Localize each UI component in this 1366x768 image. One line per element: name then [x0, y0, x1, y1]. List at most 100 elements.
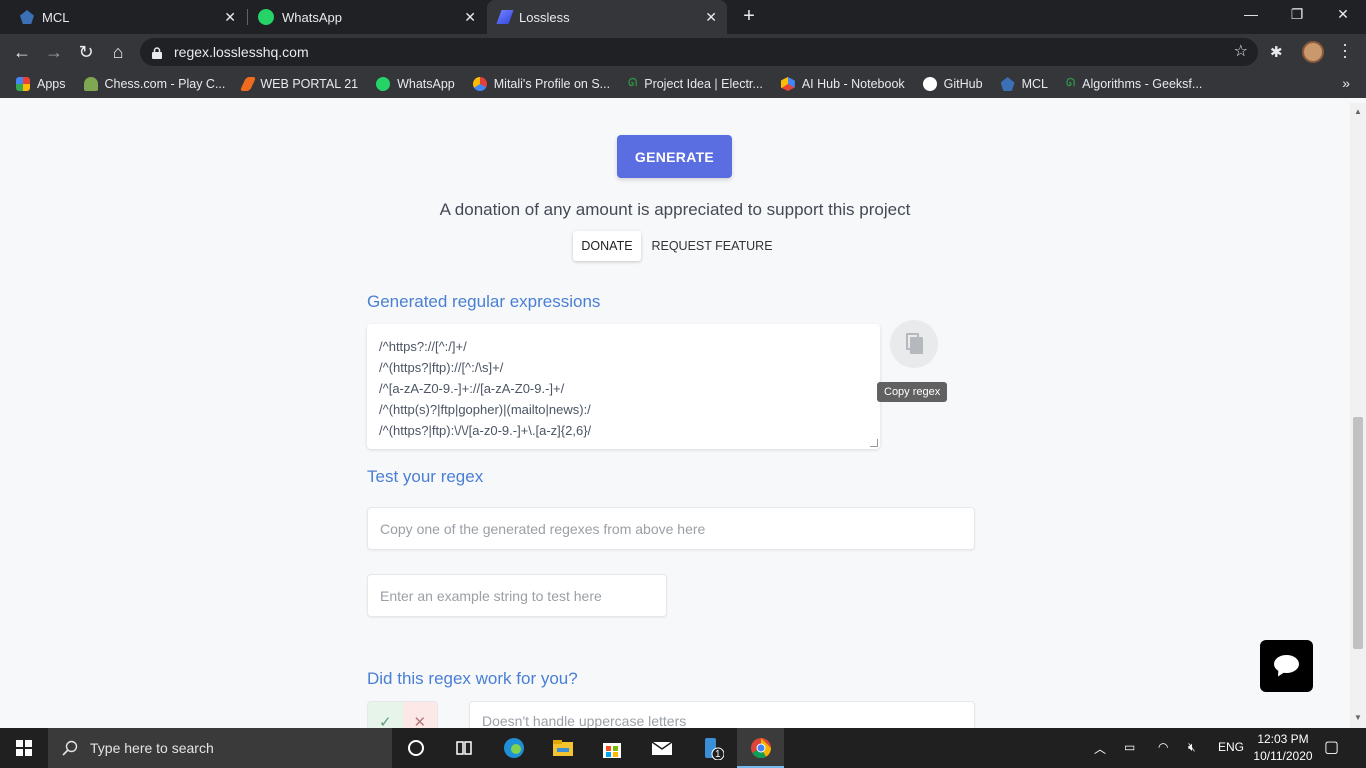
bookmark-whatsapp[interactable]: WhatsApp [376, 77, 455, 91]
lossless-favicon-icon [496, 10, 514, 24]
mcl-favicon-icon [20, 10, 34, 24]
page-content: GENERATE A donation of any amount is app… [0, 103, 1350, 728]
wifi-icon[interactable]: ◠ [1158, 740, 1168, 754]
home-icon[interactable]: ⌂ [106, 40, 130, 64]
bookmark-project-idea[interactable]: ᘏ Project Idea | Electr... [628, 77, 763, 91]
cortana-icon[interactable] [404, 736, 428, 760]
copy-regex-button[interactable] [890, 320, 938, 368]
regex-line: /^(https?|ftp)://[^:/\s]+/ [379, 360, 504, 375]
bookmarks-overflow-icon[interactable]: » [1342, 75, 1350, 91]
search-icon [62, 740, 78, 756]
tray-chevron-icon[interactable]: ︿ [1094, 740, 1106, 757]
language-indicator[interactable]: ENG [1218, 740, 1244, 754]
profile-ring-icon [472, 77, 487, 91]
notification-badge: 1 [715, 749, 721, 760]
clock-date: 10/11/2020 [1253, 749, 1313, 763]
tab-close-icon[interactable]: ✕ [224, 9, 236, 26]
bookmark-apps[interactable]: Apps [16, 77, 66, 91]
avatar[interactable] [1302, 41, 1324, 63]
phone-app-icon[interactable]: 1 [700, 736, 725, 761]
chess-icon [83, 77, 98, 91]
lock-icon [152, 46, 162, 59]
taskbar-chrome-active[interactable] [737, 728, 784, 768]
windows-start-icon[interactable] [16, 740, 32, 756]
reload-icon[interactable]: ↻ [74, 40, 98, 64]
bookmarks-bar: Apps Chess.com - Play C... WEB PORTAL 21… [0, 70, 1366, 98]
resize-handle[interactable] [870, 439, 878, 447]
regex-line: /^[a-zA-Z0-9.-]+://[a-zA-Z0-9.-]+/ [379, 381, 565, 396]
donate-button[interactable]: DONATE [573, 231, 641, 261]
bookmark-mcl[interactable]: MCL [1000, 77, 1048, 91]
tab-title: MCL [42, 9, 70, 25]
scroll-up-icon[interactable]: ▲ [1354, 107, 1362, 116]
windows-taskbar: Type here to search 1 ︿ ▭ ◠ 🔇︎ ENG 12:03… [0, 728, 1366, 768]
bookmark-chess[interactable]: Chess.com - Play C... [83, 77, 225, 91]
github-icon [922, 77, 937, 91]
new-tab-button[interactable]: + [738, 5, 760, 28]
bookmark-web-portal[interactable]: WEB PORTAL 21 [240, 77, 358, 91]
bookmark-github[interactable]: GitHub [922, 77, 983, 91]
address-bar[interactable]: regex.losslesshq.com ☆ [140, 38, 1258, 66]
battery-icon[interactable]: ▭ [1124, 740, 1135, 754]
extensions-icon[interactable]: ✱ [1270, 43, 1288, 61]
store-icon[interactable] [600, 736, 624, 760]
test-regex-heading: Test your regex [367, 467, 484, 486]
menu-dots-icon[interactable]: · · · [1340, 35, 1350, 65]
back-icon[interactable]: ← [10, 40, 34, 64]
feedback-input[interactable] [469, 701, 975, 728]
example-string-input[interactable] [367, 574, 667, 617]
copy-icon-front [910, 337, 923, 354]
forward-icon[interactable]: → [42, 40, 66, 64]
chrome-icon [751, 738, 772, 759]
file-explorer-icon[interactable] [551, 736, 575, 760]
mail-icon[interactable] [650, 736, 674, 760]
tab-lossless[interactable]: Lossless ✕ [487, 0, 727, 34]
bookmark-algorithms[interactable]: ᘏ Algorithms - Geeksf... [1066, 77, 1202, 91]
request-feature-button[interactable]: REQUEST FEATURE [650, 231, 774, 261]
vote-yes-button[interactable]: ✓ [368, 702, 403, 728]
taskbar-clock[interactable]: 12:03 PM 10/11/2020 [1248, 731, 1318, 765]
feedback-heading: Did this regex work for you? [367, 669, 578, 688]
regex-line: /^https?://[^:/]+/ [379, 339, 467, 354]
regex-line: /^(http(s)?|ftp|gopher)|(mailto|news):/ [379, 402, 591, 417]
vote-no-button[interactable]: ✕ [402, 702, 437, 728]
browser-toolbar: ← → ↻ ⌂ regex.losslesshq.com ☆ ✱ · · · [0, 34, 1366, 70]
whatsapp-icon [376, 77, 391, 91]
url-text: regex.losslesshq.com [174, 44, 309, 60]
bookmark-star-icon[interactable]: ☆ [1234, 41, 1248, 61]
copy-tooltip: Copy regex [877, 382, 948, 402]
ai-hub-icon [780, 77, 795, 91]
generated-regex-textarea[interactable]: /^https?://[^:/]+/ /^(https?|ftp)://[^:/… [367, 324, 880, 449]
zap-icon [240, 77, 257, 91]
volume-muted-icon[interactable]: 🔇︎ [1188, 740, 1196, 755]
regex-line: /^(https?|ftp):\/\/[a-z0-9.-]+\.[a-z]{2,… [379, 423, 592, 438]
clock-time: 12:03 PM [1257, 732, 1309, 746]
scroll-down-icon[interactable]: ▼ [1354, 713, 1362, 722]
bookmark-ai-hub[interactable]: AI Hub - Notebook [780, 77, 905, 91]
tab-title: WhatsApp [282, 9, 342, 25]
tab-mcl[interactable]: MCL ✕ [0, 0, 246, 34]
minimize-icon[interactable]: — [1241, 6, 1261, 22]
apps-grid-icon [16, 77, 30, 91]
generate-button[interactable]: GENERATE [617, 135, 732, 178]
restore-icon[interactable]: ❐ [1287, 6, 1307, 23]
donation-message: A donation of any amount is appreciated … [439, 200, 911, 219]
action-center-icon[interactable]: ▢ [1324, 737, 1339, 757]
scrollbar-thumb[interactable] [1353, 417, 1363, 649]
page-scrollbar[interactable]: ▲ ▼ [1350, 103, 1366, 728]
bookmark-profile[interactable]: Mitali's Profile on S... [472, 77, 610, 91]
task-view-icon[interactable] [452, 736, 476, 760]
close-window-icon[interactable]: ✕ [1333, 6, 1353, 23]
mcl-icon [1000, 77, 1015, 91]
browser-tab-bar: MCL ✕ WhatsApp ✕ Lossless ✕ + — ❐ ✕ [0, 0, 1366, 34]
search-placeholder: Type here to search [90, 740, 214, 756]
feedback-vote-group: ✓ ✕ [367, 701, 438, 728]
edge-icon[interactable] [502, 736, 526, 760]
taskbar-search[interactable]: Type here to search [48, 728, 392, 768]
tab-whatsapp[interactable]: WhatsApp ✕ [248, 0, 486, 34]
chat-widget-button[interactable] [1260, 640, 1313, 692]
tab-close-icon[interactable]: ✕ [705, 9, 717, 26]
tab-close-icon[interactable]: ✕ [464, 9, 476, 26]
tab-title: Lossless [519, 9, 570, 25]
regex-input[interactable] [367, 507, 975, 550]
